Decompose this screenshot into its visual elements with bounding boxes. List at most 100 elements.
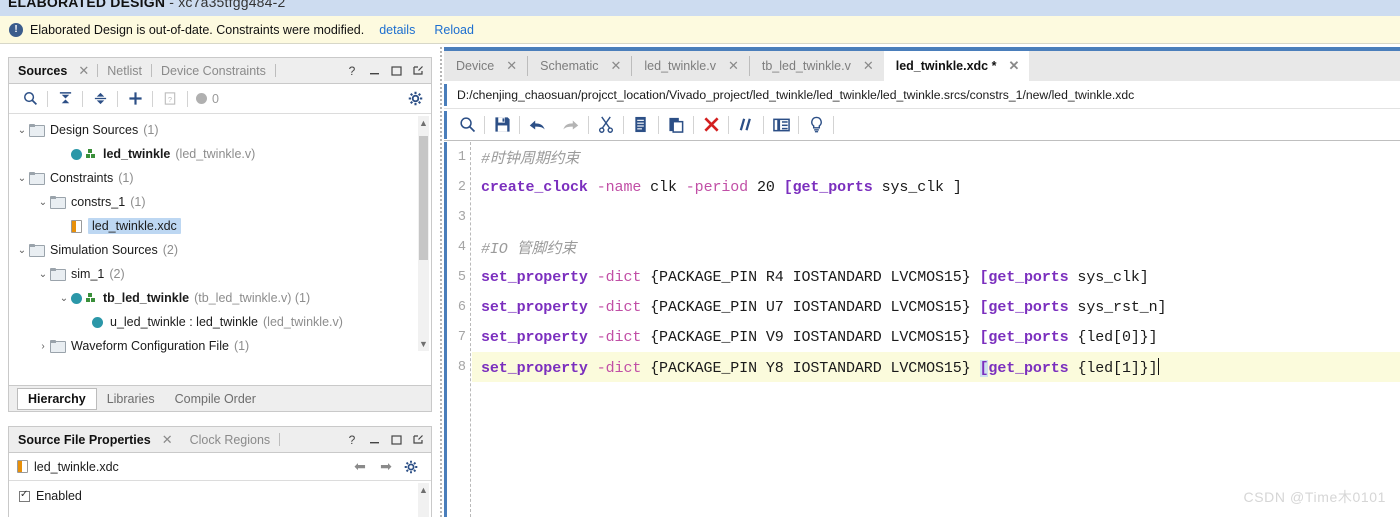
tab-divider: [274, 64, 276, 77]
sources-bottom-tabs: Hierarchy Libraries Compile Order: [9, 385, 431, 411]
chevron-down-icon[interactable]: ⌄: [15, 173, 29, 184]
tab-netlist[interactable]: Netlist: [98, 58, 151, 83]
gear-icon[interactable]: [399, 460, 423, 474]
help-icon[interactable]: ?: [346, 433, 358, 447]
file-path: D:/chenjing_chaosuan/projcct_location/Vi…: [457, 87, 1135, 102]
messages-count[interactable]: 0: [196, 92, 219, 106]
sources-tree[interactable]: ⌄ Design Sources (1) led_twinkle (led_twinkl…: [9, 114, 431, 353]
tab-tb-led-twinkle-v-close-icon[interactable]: ✕: [863, 58, 874, 74]
code-token: sys_clk ]: [872, 178, 962, 196]
chevron-down-icon[interactable]: ⌄: [57, 293, 71, 304]
code-line[interactable]: 7 set_property -dict {PACKAGE_PIN V9 IOST…: [458, 322, 1400, 352]
tab-device-close-icon[interactable]: ✕: [506, 58, 517, 74]
tab-source-file-properties-close-icon[interactable]: ✕: [160, 427, 181, 452]
paste-icon[interactable]: [659, 112, 693, 138]
tree-item[interactable]: ⌄ Design Sources (1): [9, 118, 431, 142]
details-link[interactable]: details: [379, 23, 415, 37]
tree-item[interactable]: u_led_twinkle : led_twinkle (led_twinkle.…: [9, 310, 431, 334]
plus-icon[interactable]: [122, 88, 148, 110]
gear-icon[interactable]: [408, 84, 423, 113]
page-title-device: - xc7a35tfgg484-2: [169, 0, 286, 10]
delete-icon[interactable]: [694, 112, 728, 138]
code-text: create_clock -name clk -period 20 [get_p…: [472, 179, 962, 196]
collapse-all-icon[interactable]: [52, 88, 78, 110]
code-line[interactable]: 5 set_property -dict {PACKAGE_PIN R4 IOST…: [458, 262, 1400, 292]
code-token: sys_clk]: [1068, 268, 1149, 286]
tree-item-label: led_twinkle.xdc: [92, 219, 177, 233]
tab-clock-regions[interactable]: Clock Regions: [181, 427, 280, 452]
sources-tree-scrollbar[interactable]: ▲ ▼: [418, 116, 429, 351]
tree-item[interactable]: led_twinkle.xdc: [9, 214, 431, 238]
scroll-down-icon[interactable]: ▼: [418, 337, 429, 351]
tree-item[interactable]: ⌄ sim_1 (2): [9, 262, 431, 286]
minimize-icon[interactable]: [368, 434, 380, 446]
status-dot-icon: [196, 93, 207, 104]
enabled-checkbox[interactable]: [19, 489, 30, 502]
help-icon[interactable]: ?: [346, 64, 358, 78]
expand-all-icon[interactable]: [87, 88, 113, 110]
tab-source-file-properties[interactable]: Source File Properties: [9, 427, 160, 452]
tab-device-constraints[interactable]: Device Constraints: [152, 58, 275, 83]
properties-scrollbar[interactable]: ▲: [418, 483, 429, 517]
tab-sources[interactable]: Sources: [9, 58, 77, 83]
cut-icon[interactable]: [589, 112, 623, 138]
tree-item[interactable]: ⌄ Simulation Sources (2): [9, 238, 431, 262]
tab-sources-close-icon[interactable]: ✕: [76, 58, 97, 83]
float-icon[interactable]: [412, 434, 424, 446]
save-icon[interactable]: [485, 112, 519, 138]
code-line[interactable]: 4 #IO 管脚约束: [458, 232, 1400, 262]
minimize-icon[interactable]: [368, 65, 380, 77]
search-icon[interactable]: [17, 88, 43, 110]
undo-icon[interactable]: [520, 112, 554, 138]
tree-item[interactable]: ⌄ constrs_1 (1): [9, 190, 431, 214]
tree-item[interactable]: ⌄ Constraints (1): [9, 166, 431, 190]
tree-item-label-wrap: tb_led_twinkle (tb_led_twinkle.v) (1): [103, 291, 310, 305]
chevron-down-icon[interactable]: ⌄: [36, 197, 50, 208]
code-line[interactable]: 2 create_clock -name clk -period 20 [get_…: [458, 172, 1400, 202]
arrow-left-icon[interactable]: ⬅: [347, 458, 373, 475]
enabled-row[interactable]: Enabled: [9, 481, 431, 503]
chevron-right-icon[interactable]: ›: [36, 341, 50, 352]
maximize-icon[interactable]: [390, 65, 402, 77]
help-icon[interactable]: ?: [157, 88, 183, 110]
tab-compile-order[interactable]: Compile Order: [165, 389, 266, 409]
search-icon[interactable]: [450, 112, 484, 138]
code-line[interactable]: 1 #时钟周期约束: [458, 142, 1400, 172]
scroll-up-icon[interactable]: ▲: [418, 483, 429, 497]
arrow-right-icon[interactable]: ➡: [373, 458, 399, 475]
code-line[interactable]: 6 set_property -dict {PACKAGE_PIN U7 IOST…: [458, 292, 1400, 322]
scroll-up-icon[interactable]: ▲: [418, 116, 429, 130]
indent-icon[interactable]: [764, 112, 798, 138]
tab-led-twinkle-xdc-close-icon[interactable]: ✕: [1008, 58, 1019, 74]
tab-hierarchy[interactable]: Hierarchy: [17, 387, 97, 410]
properties-panel-tabbar: Source File Properties ✕ Clock Regions ?: [9, 427, 431, 453]
code-token: create_clock: [481, 178, 588, 196]
code-token: #时钟周期约束: [481, 150, 580, 168]
chevron-down-icon[interactable]: ⌄: [15, 125, 29, 136]
tab-led-twinkle-xdc[interactable]: led_twinkle.xdc * ✕: [883, 51, 1030, 81]
code-line[interactable]: 8 set_property -dict {PACKAGE_PIN Y8 IOST…: [458, 352, 1400, 382]
tab-schematic[interactable]: Schematic ✕: [528, 51, 631, 81]
code-editor[interactable]: 1 #时钟周期约束 2 create_clock -name clk -period …: [444, 142, 1400, 517]
tab-led-twinkle-v-close-icon[interactable]: ✕: [728, 58, 739, 74]
comment-icon[interactable]: [729, 112, 763, 138]
lightbulb-icon[interactable]: [799, 112, 833, 138]
tree-item[interactable]: › Waveform Configuration File (1): [9, 334, 431, 353]
code-line[interactable]: 3: [458, 202, 1400, 232]
tab-libraries[interactable]: Libraries: [97, 389, 165, 409]
tab-device[interactable]: Device ✕: [444, 51, 527, 81]
scrollbar-thumb[interactable]: [419, 136, 428, 260]
maximize-icon[interactable]: [390, 434, 402, 446]
tree-item[interactable]: ⌄ tb_led_twinkle (tb_led_twinkle.v) (1): [9, 286, 431, 310]
copy-icon[interactable]: [624, 112, 658, 138]
reload-link[interactable]: Reload: [434, 23, 474, 37]
float-icon[interactable]: [412, 65, 424, 77]
chevron-down-icon[interactable]: ⌄: [36, 269, 50, 280]
tab-led-twinkle-v[interactable]: led_twinkle.v ✕: [632, 51, 748, 81]
tab-tb-led-twinkle-v[interactable]: tb_led_twinkle.v ✕: [750, 51, 884, 81]
properties-body: Enabled ▲: [9, 481, 431, 517]
tab-schematic-close-icon[interactable]: ✕: [610, 58, 621, 74]
tree-item[interactable]: led_twinkle (led_twinkle.v): [9, 142, 431, 166]
chevron-down-icon[interactable]: ⌄: [15, 245, 29, 256]
code-area[interactable]: 1 #时钟周期约束 2 create_clock -name clk -period …: [458, 142, 1400, 517]
